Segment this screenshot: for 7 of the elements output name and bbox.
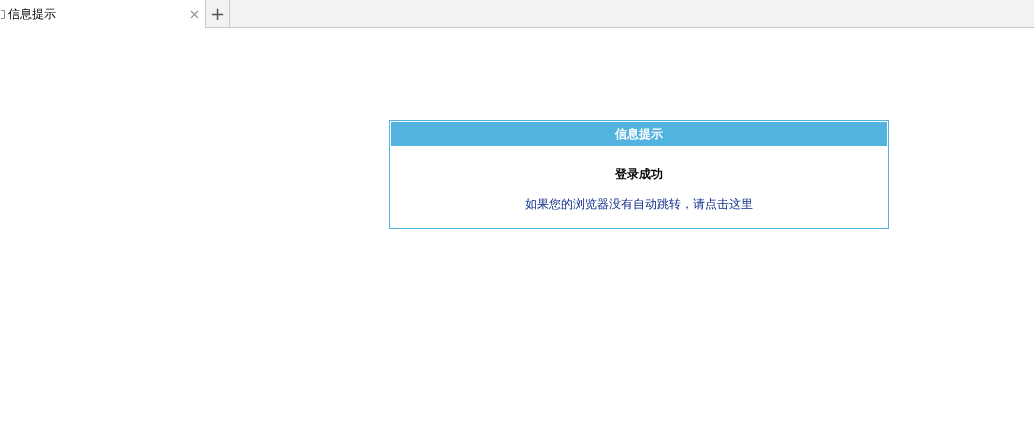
redirect-link[interactable]: 如果您的浏览器没有自动跳转，请点击这里 (524, 195, 753, 213)
close-icon[interactable] (190, 9, 199, 19)
new-tab-button[interactable]: + (206, 0, 230, 28)
dialog-title: 信息提示 (614, 126, 663, 143)
success-heading: 登录成功 (614, 166, 663, 183)
tab-title: 信息提示 (8, 6, 56, 23)
browser-tab[interactable]: 信息提示 (0, 0, 206, 28)
